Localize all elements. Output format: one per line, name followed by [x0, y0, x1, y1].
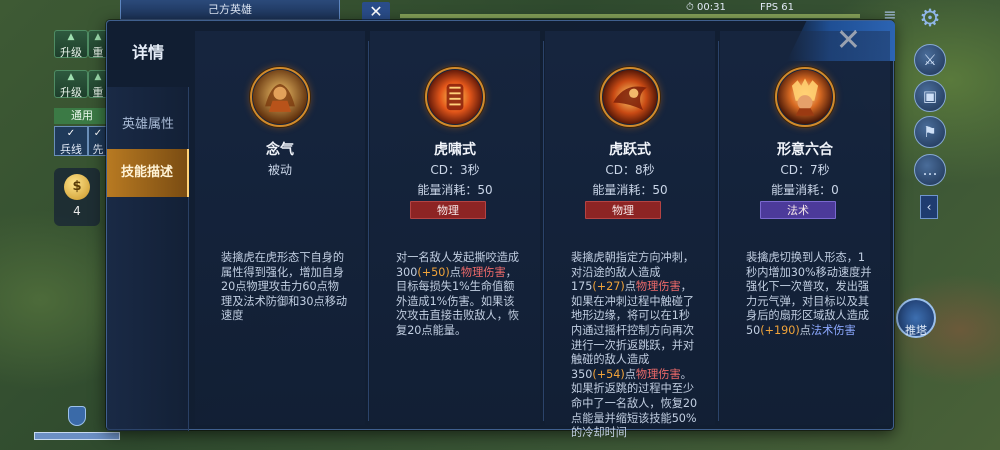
column-divider: [718, 41, 719, 421]
armor-icon[interactable]: ▣: [914, 80, 946, 112]
skill-energy-cost: 能量消耗：0: [771, 183, 839, 197]
skill-energy-cost: 能量消耗：50: [592, 183, 668, 197]
dialog-title: 详情: [131, 43, 164, 62]
gold-count: 4: [73, 204, 81, 218]
skill-description: 裴擒虎朝指定方向冲刺，对沿途的敌人造成175(+27)点物理伤害，如果在冲刺过程…: [571, 251, 699, 441]
skill-icon-tiger-leap[interactable]: [600, 67, 660, 127]
troop-button[interactable]: 兵线: [54, 126, 88, 156]
skill-card-passive: 念气 被动 装擒虎在虎形态下自身的属性得到强化，增加自身20点物理攻击力60点物…: [195, 31, 365, 425]
skill-name: 形意六合: [777, 142, 833, 158]
skill-energy-cost: 能量消耗：50: [417, 183, 493, 197]
upgrade-button[interactable]: 升级: [54, 30, 88, 59]
desc-highlight: 物理伤害: [635, 367, 681, 381]
desc-text: 点: [624, 367, 636, 381]
desc-text: 点: [624, 280, 636, 294]
skill-description: 装擒虎在虎形态下自身的属性得到强化，增加自身20点物理攻击力60点物理及法术防御…: [221, 251, 349, 324]
top-hud: 己方英雄 ✕ ⏱ 00:31 FPS 61 ≡ ⚙: [0, 0, 1000, 32]
desc-text: 点: [799, 323, 811, 337]
shield-icon: [68, 406, 86, 426]
timer-text: 00:31: [696, 2, 726, 13]
reset-button-2[interactable]: 重: [88, 70, 108, 99]
skill-cooldown: CD：8秒: [605, 163, 655, 177]
close-icon[interactable]: ✕: [362, 2, 390, 22]
gear-icon[interactable]: ⚙: [916, 4, 944, 32]
chat-icon[interactable]: …: [914, 154, 946, 186]
fps-counter: FPS 61: [760, 2, 795, 13]
desc-text: 装擒虎在虎形态下自身的属性得到强化，增加自身20点物理攻击力60点物理及法术防御…: [221, 251, 348, 323]
desc-highlight: 物理伤害: [635, 280, 681, 294]
skill-icon-tiger-roar[interactable]: [425, 67, 485, 127]
column-divider: [368, 41, 369, 421]
desc-highlight: (+190): [760, 323, 800, 337]
desc-text: ，如果在冲刺过程中触碰了地形边缘，将可以在1秒内通过摇杆控制方向再次进行一次折返…: [571, 280, 695, 381]
skill-cooldown: CD：3秒: [430, 163, 480, 177]
tab-skill-description[interactable]: 技能描述: [107, 149, 189, 197]
desc-text: 点: [449, 265, 461, 279]
skill-icon-passive[interactable]: [250, 67, 310, 127]
chevron-left-icon[interactable]: ‹: [920, 195, 938, 219]
first-button[interactable]: 先: [88, 126, 108, 156]
skill-description: 裴擒虎切换到人形态，1秒内增加30%移动速度并强化下一次普攻，发出强力元气弹，对…: [746, 251, 874, 339]
skill-name: 虎跃式: [609, 142, 651, 158]
desc-highlight: 物理伤害: [460, 265, 506, 279]
desc-highlight: (+50): [417, 265, 450, 279]
skill-type: 被动: [267, 163, 292, 177]
skill-name: 念气: [266, 142, 294, 158]
column-divider: [543, 41, 544, 421]
match-timer: ⏱ 00:31: [686, 2, 726, 13]
mini-progress-bar: [34, 432, 120, 440]
desc-highlight: (+27): [592, 280, 625, 294]
skill-description: 对一名敌人发起撕咬造成300(+50)点物理伤害，目标每损失1%生命值额外造成1…: [396, 251, 524, 339]
skill-detail-dialog: 详情 英雄属性 技能描述 ✕ 念气 被动 装擒虎在虎形态下自身的属性得到强化，增…: [106, 20, 895, 439]
skill-card-2: 虎跃式 CD：8秒 能量消耗：50 物理 裴擒虎朝指定方向冲刺，对沿途的敌人造成…: [545, 31, 715, 439]
sword-icon[interactable]: ⚔: [914, 44, 946, 76]
damage-type-badge: 物理: [410, 201, 486, 219]
desc-highlight: (+54): [592, 367, 625, 381]
gold-panel[interactable]: $ 4: [54, 168, 100, 226]
dialog-nav: 英雄属性 技能描述: [107, 87, 189, 431]
general-tag: 通用: [54, 108, 110, 124]
skill-icon-form-six-harmony[interactable]: [775, 67, 835, 127]
desc-highlight: 法术伤害: [810, 323, 856, 337]
skill-card-1: 虎啸式 CD：3秒 能量消耗：50 物理 对一名敌人发起撕咬造成300(+50)…: [370, 31, 540, 425]
top-status-bar: [400, 14, 860, 18]
push-tower-button[interactable]: 推塔: [896, 298, 936, 338]
flag-icon[interactable]: ⚑: [914, 116, 946, 148]
team-banner: 己方英雄: [120, 0, 340, 20]
reset-button[interactable]: 重: [88, 30, 108, 59]
skill-columns: 念气 被动 装擒虎在虎形态下自身的属性得到强化，增加自身20点物理攻击力60点物…: [195, 31, 890, 439]
skill-name: 虎啸式: [434, 142, 476, 158]
skill-cooldown: CD：7秒: [780, 163, 830, 177]
damage-type-badge: 物理: [585, 201, 661, 219]
damage-type-badge: 法术: [760, 201, 836, 219]
upgrade-button-2[interactable]: 升级: [54, 70, 88, 99]
tab-hero-attributes[interactable]: 英雄属性: [107, 101, 189, 149]
money-bag-icon: $: [64, 174, 90, 200]
skill-card-3: 形意六合 CD：7秒 能量消耗：0 法术 裴擒虎切换到人形态，1秒内增加30%移…: [720, 31, 890, 425]
